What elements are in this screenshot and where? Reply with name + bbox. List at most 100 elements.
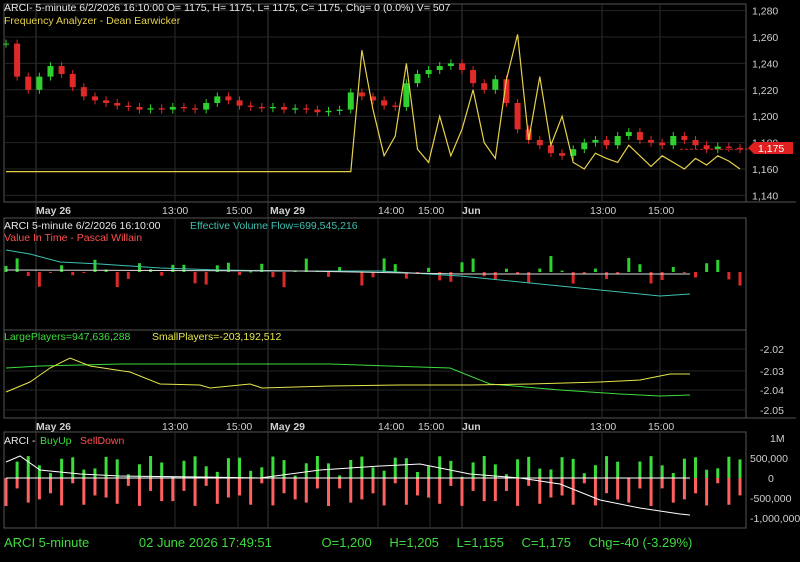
value-in-time-bar: [37, 272, 41, 287]
selldown-bar: [638, 478, 642, 489]
selldown-bar: [171, 478, 175, 502]
candle-body: [169, 106, 176, 110]
candle-body: [536, 139, 543, 146]
selldown-bar: [415, 478, 419, 496]
evf-value-label: Effective Volume Flow=699,545,216: [190, 220, 358, 232]
candle-body: [203, 103, 210, 110]
evf-path: [5, 249, 691, 297]
buyup-bar: [527, 456, 531, 478]
value-in-time-bar: [160, 272, 164, 276]
buyup-bar: [26, 456, 30, 478]
price-x-axis: May 26 13:00 15:00 May 29 14:00 15:00 Jun 13:00…: [36, 205, 674, 217]
selldown-bar: [549, 478, 553, 498]
y-tick-label: -2.02: [760, 344, 784, 356]
y-tick-label: -2.03: [760, 366, 784, 378]
x-tick-label: May 29: [270, 205, 305, 217]
y-tick-label: 1,240: [752, 58, 778, 70]
buyup-bar: [15, 461, 19, 478]
candle-body: [681, 136, 688, 140]
candle-body: [103, 100, 110, 103]
selldown-bar: [71, 478, 75, 484]
y-tick-label: 1,200: [752, 111, 778, 123]
x-tick-label: 13:00: [162, 421, 188, 433]
x-tick-label: 14:00: [378, 421, 404, 433]
selldown-bar: [93, 478, 97, 496]
candle-body: [80, 87, 87, 97]
buyup-bar: [638, 461, 642, 478]
frequency-analyzer-label: Frequency Analyzer - Dean Earwicker: [4, 15, 181, 27]
value-in-time-bar: [282, 272, 286, 288]
buyup-bar: [682, 458, 686, 478]
selldown-bar: [716, 478, 720, 484]
selldown-bar: [315, 478, 319, 489]
value-in-time-bar: [727, 272, 731, 280]
x-tick-label: 13:00: [590, 205, 616, 217]
selldown-bar: [338, 478, 342, 489]
value-in-time-bar: [716, 259, 720, 272]
selldown-bar: [215, 478, 219, 504]
price-panel[interactable]: ARCI- 5-minute 6/2/2026 16:10:00 O= 1175…: [3, 2, 793, 217]
y-tick-label: 1,160: [752, 164, 778, 176]
candle-body: [147, 108, 154, 110]
candle-body: [381, 100, 388, 106]
value-in-time-bar: [460, 262, 464, 272]
value-in-time-bar: [427, 267, 431, 272]
buyup-selldown-panel[interactable]: ARCI - BuyUp SellDown 1M 500,000 0 -500,000…: [4, 433, 800, 525]
selldown-bar: [104, 478, 108, 498]
y-tick-label: -1,000,000: [750, 513, 800, 525]
candle-body: [192, 108, 199, 110]
candle-body: [358, 92, 365, 97]
value-in-time-bar: [694, 272, 698, 278]
status-symbol: ARCI 5-minute: [4, 535, 90, 550]
buyup-bar: [404, 458, 408, 478]
selldown-bar: [349, 478, 353, 503]
buyup-bar: [571, 458, 575, 478]
selldown-bar: [371, 478, 375, 494]
buyup-bar: [671, 472, 675, 478]
value-in-time-label: Value In Time - Pascal Willain: [4, 232, 142, 244]
buyup-bar: [249, 470, 253, 478]
x-tick-label: 15:00: [226, 205, 252, 217]
selldown-bar: [560, 478, 564, 496]
buyup-label: BuyUp: [40, 435, 72, 447]
buyup-bar: [549, 469, 553, 478]
candle-body: [447, 63, 454, 67]
buyup-bar: [449, 460, 453, 478]
y-tick-label: 0: [768, 473, 774, 485]
candle-body: [458, 63, 465, 70]
candle-body: [625, 132, 632, 136]
price-y-axis: 1,2801,2601,2401,2201,2001,1801,1601,140: [752, 6, 778, 203]
selldown-bar: [593, 478, 597, 506]
candle-body: [481, 83, 488, 90]
candle-body: [592, 139, 599, 143]
selldown-bar: [26, 478, 30, 503]
candle-body: [14, 43, 21, 77]
value-in-time-bar: [60, 265, 64, 272]
evf-panel[interactable]: ARCI 5-minute 6/2/2026 16:10:00 Effectiv…: [4, 220, 742, 297]
buyup-bar: [315, 456, 319, 478]
candle-body: [269, 106, 276, 109]
selldown-bar: [48, 478, 52, 494]
value-in-time-bar: [126, 272, 130, 279]
value-in-time-bar: [638, 264, 642, 272]
small-players-path: [5, 357, 690, 393]
last-price-tag-label: 1,175: [758, 143, 784, 155]
x-tick-label: May 29: [270, 421, 305, 433]
buyup-bar: [71, 457, 75, 478]
y-tick-label: 1,140: [752, 190, 778, 202]
selldown-bar: [605, 478, 609, 494]
candle-body: [114, 103, 121, 106]
selldown-bar: [438, 478, 442, 504]
selldown-bar: [694, 478, 698, 494]
selldown-bar: [282, 478, 286, 494]
value-in-time-bar: [705, 263, 709, 272]
selldown-bar: [15, 478, 19, 489]
selldown-bar: [627, 478, 631, 503]
selldown-bar: [149, 478, 153, 491]
selldown-bar: [260, 478, 264, 484]
selldown-bar: [682, 478, 686, 500]
value-in-time-bar: [327, 272, 331, 277]
candle-body: [425, 70, 432, 74]
stock-chart[interactable]: ARCI- 5-minute 6/2/2026 16:10:00 O= 1175…: [0, 0, 800, 562]
x-tick-label: 15:00: [418, 205, 444, 217]
